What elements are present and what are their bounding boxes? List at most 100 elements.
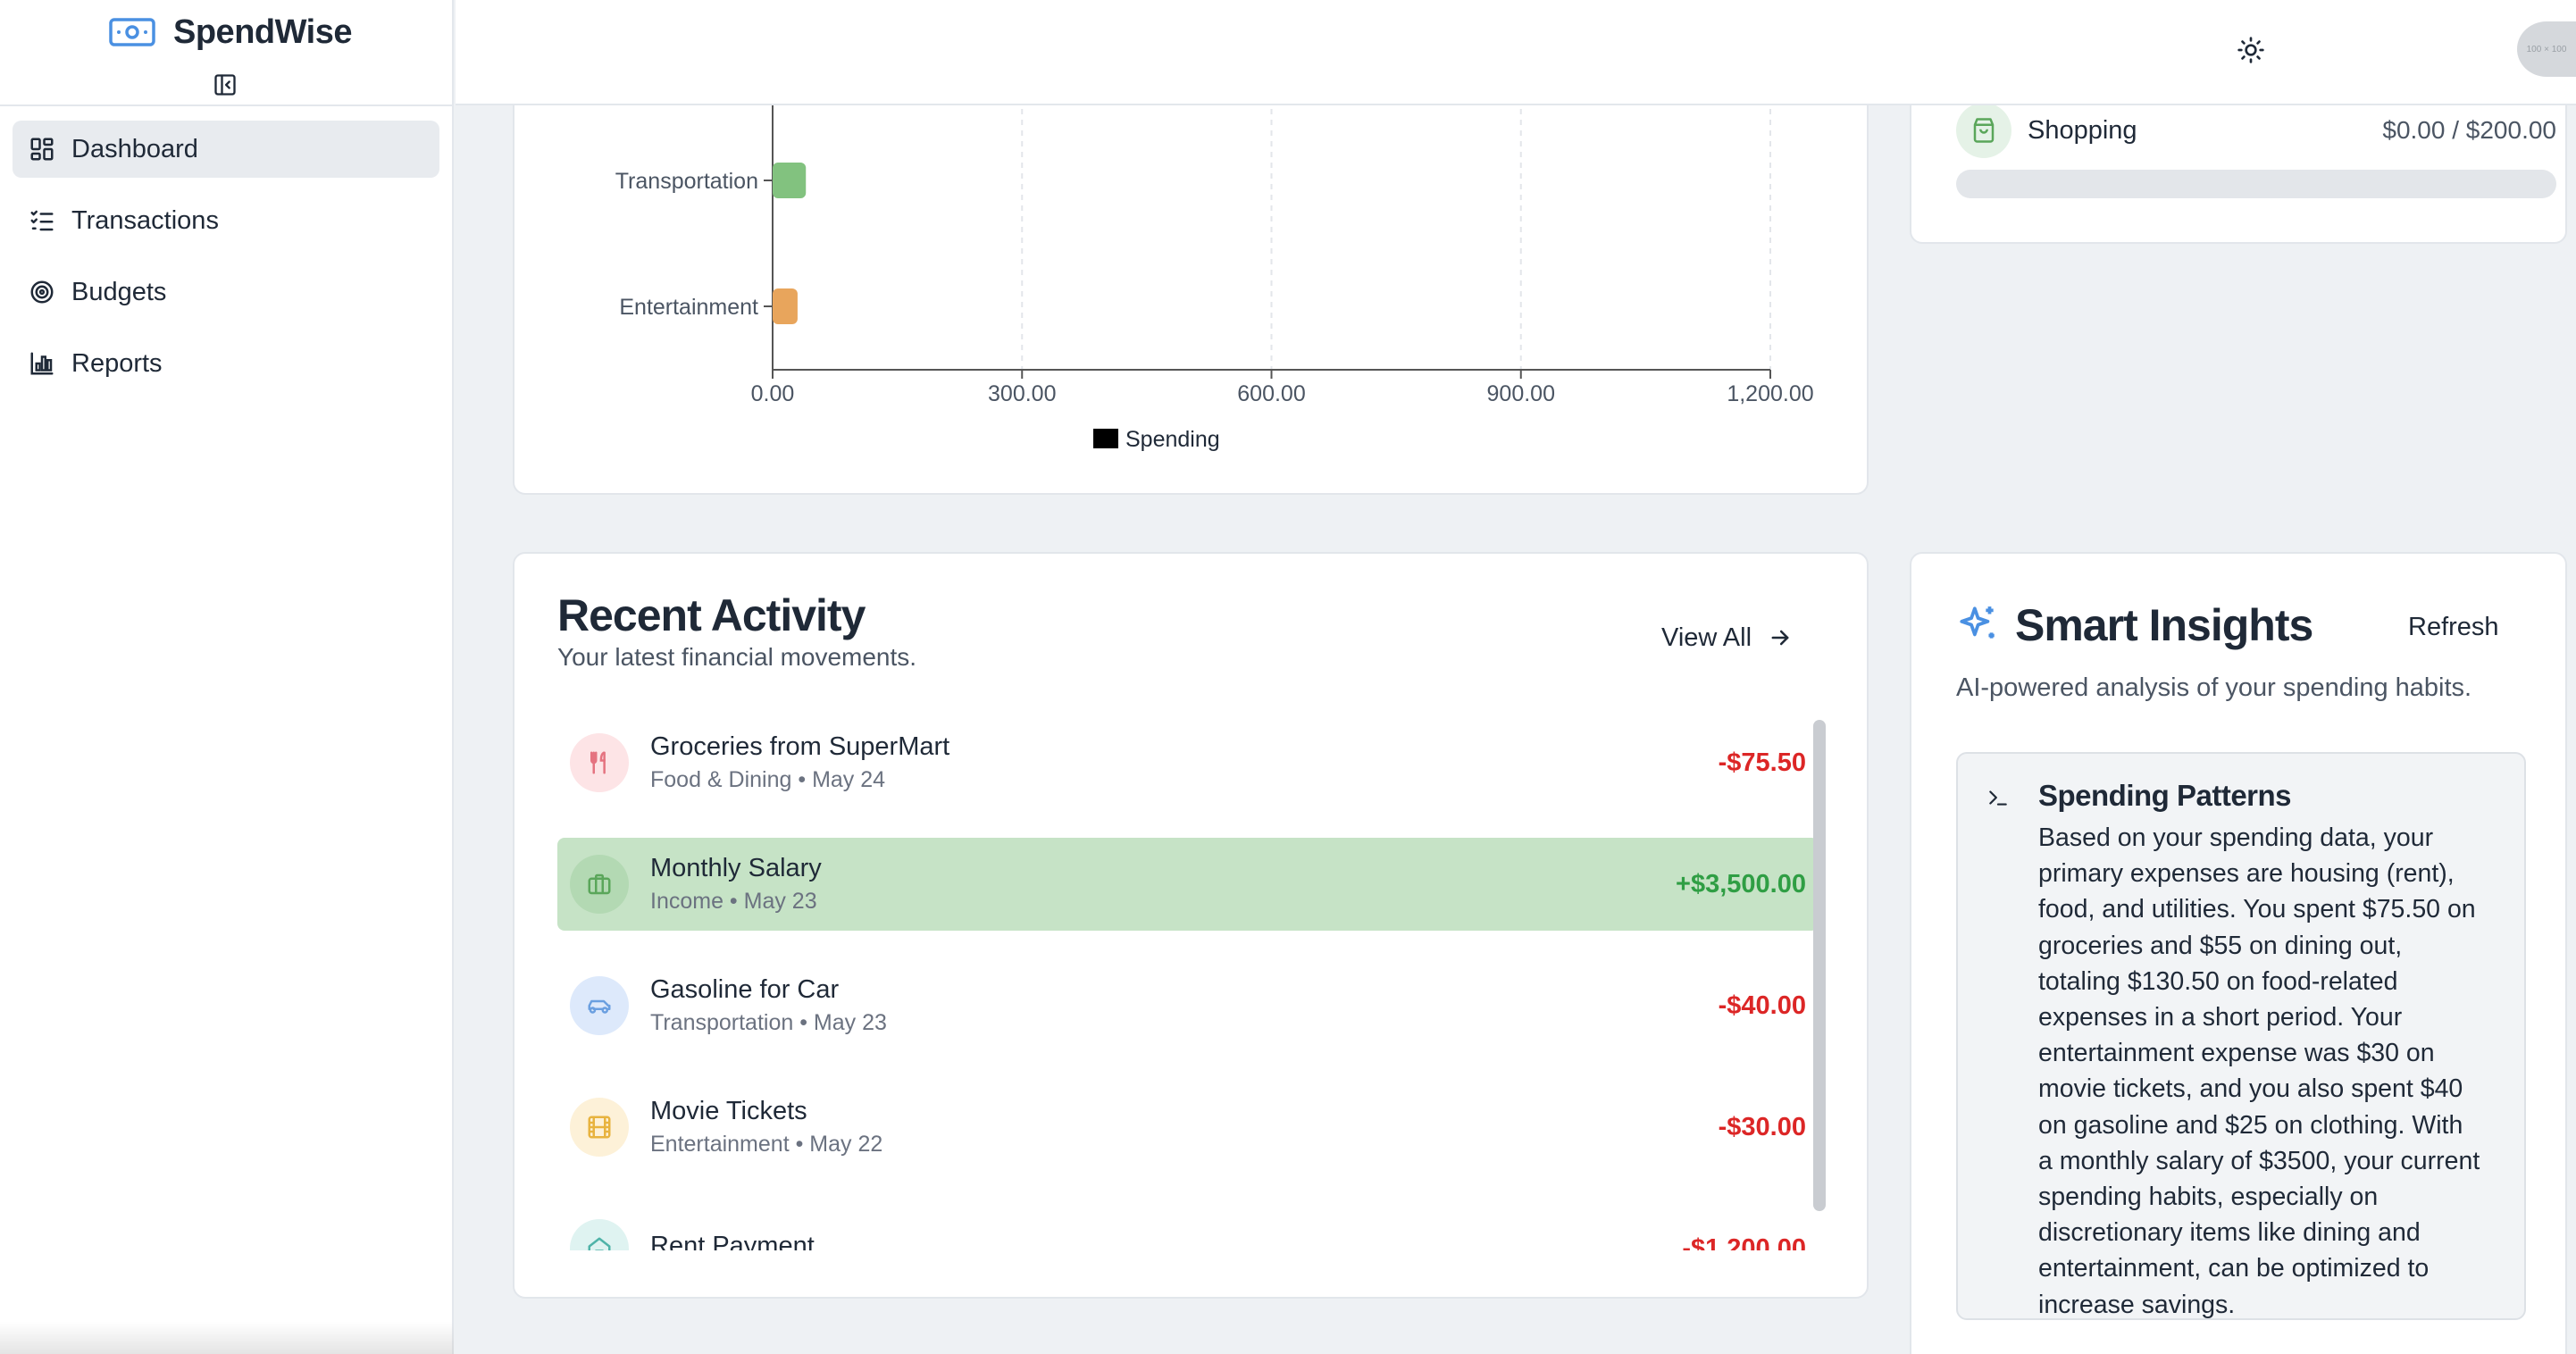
x-tick-label: 0.00 (751, 381, 795, 406)
sun-icon (2237, 37, 2264, 63)
y-tick-label: Entertainment (619, 295, 758, 320)
insight-line: spending habits, especially on (2038, 1183, 2379, 1212)
avatar[interactable]: 100 × 100 (2517, 21, 2576, 77)
transaction-meta: Entertainment • May 22 (650, 1132, 883, 1157)
insight-title: Spending Patterns (2038, 779, 2292, 812)
x-tick-label: 600.00 (1237, 381, 1305, 406)
legend-label: Spending (1125, 427, 1220, 452)
sidebar-bottom-shadow (0, 1322, 454, 1354)
insight-line: groceries and $55 on dining out, (2038, 931, 2403, 960)
insight-line: a monthly salary of $3500, your current (2038, 1146, 2480, 1175)
dashboard-icon (29, 136, 55, 163)
transaction-name: Monthly Salary (650, 854, 822, 882)
transaction-row[interactable]: Groceries from SuperMart Food & Dining •… (557, 716, 1819, 809)
legend-swatch (1093, 429, 1118, 448)
sidebar-item-dashboard[interactable]: Dashboard (13, 121, 439, 178)
top-bar: 100 × 100 (456, 0, 2576, 105)
smart-insights-card: Smart Insights Refresh AI-powered analys… (1910, 552, 2567, 1354)
transaction-row[interactable]: Gasoline for Car Transportation • May 23… (557, 959, 1819, 1052)
view-all-label: View All (1661, 623, 1752, 652)
shopping-bag-icon (1956, 103, 2011, 158)
x-tick-label: 1,200.00 (1727, 381, 1813, 406)
insight-line: food, and utilities. You spent $75.50 on (2038, 895, 2476, 924)
sidebar-item-label: Reports (71, 348, 163, 378)
sparkles-icon (1960, 606, 1995, 639)
insight-line: Based on your spending data, your (2038, 823, 2434, 852)
transaction-meta: Food & Dining • May 24 (650, 767, 886, 792)
transaction-text: Gasoline for Car Transportation • May 23 (650, 975, 1719, 1036)
budget-amount: $0.00 / $200.00 (2382, 116, 2556, 144)
transaction-amount: -$1,200.00 (1682, 1233, 1806, 1251)
theme-toggle-button[interactable] (2233, 32, 2269, 68)
transaction-text: Groceries from SuperMart Food & Dining •… (650, 732, 1719, 793)
spending-bar-chart: 0.00 300.00 600.00 900.00 1,200.00 Transporta… (615, 55, 1814, 452)
app-name: SpendWise (173, 13, 352, 51)
utensils-icon (570, 733, 629, 792)
transaction-list[interactable]: Groceries from SuperMart Food & Dining •… (557, 716, 1819, 1250)
spending-chart-card: 0.00 300.00 600.00 900.00 1,200.00 Transporta… (513, 54, 1869, 495)
panel-left-close-icon (214, 74, 236, 96)
briefcase-icon (570, 855, 629, 914)
sidebar: SpendWise Dashboard Transactions Budgets (0, 0, 454, 1354)
transaction-amount: +$3,500.00 (1676, 869, 1806, 898)
insight-box: Spending Patterns Based on your spending… (1956, 752, 2526, 1320)
recent-activity-card: Recent Activity Your latest financial mo… (513, 552, 1869, 1299)
transaction-text: Monthly Salary Income • May 23 (650, 854, 1676, 915)
budget-row-shopping[interactable]: Shopping $0.00 / $200.00 (1956, 102, 2556, 159)
avatar-placeholder-text: 100 × 100 (2526, 44, 2567, 54)
sidebar-item-label: Budgets (71, 277, 167, 306)
money-logo-icon (109, 18, 155, 46)
home-icon (570, 1219, 629, 1250)
transaction-meta: Income • May 23 (650, 889, 817, 914)
insight-line: expenses in a short period. Your (2038, 1003, 2403, 1032)
section-title: Recent Activity (557, 590, 866, 640)
insight-line: entertainment expense was $30 on (2038, 1039, 2435, 1068)
x-tick-label: 900.00 (1487, 381, 1555, 406)
transaction-row[interactable]: Movie Tickets Entertainment • May 22 -$3… (557, 1081, 1819, 1174)
terminal-icon (1989, 790, 2007, 806)
sidebar-item-budgets[interactable]: Budgets (13, 263, 439, 321)
sidebar-item-label: Transactions (71, 205, 219, 235)
section-title: Smart Insights (2015, 600, 2313, 650)
insight-line: increase savings. (2038, 1290, 2236, 1319)
arrow-right-icon (1771, 630, 1789, 646)
insight-line: on gasoline and $25 on clothing. With (2038, 1110, 2463, 1140)
budget-progress-bar (1956, 170, 2556, 198)
transaction-list-scrollbar[interactable] (1813, 720, 1826, 1211)
insight-line: primary expenses are housing (rent), (2038, 859, 2455, 889)
insight-line: movie tickets, and you also spent $40 (2038, 1074, 2463, 1104)
sidebar-nav: Dashboard Transactions Budgets Reports (13, 121, 439, 406)
transaction-amount: -$40.00 (1718, 990, 1806, 1020)
transaction-name: Movie Tickets (650, 1097, 807, 1125)
view-all-button[interactable]: View All (1661, 620, 1793, 656)
budget-name: Shopping (2028, 115, 2137, 145)
transaction-amount: -$75.50 (1718, 748, 1806, 777)
insight-line: discretionary items like dining and (2038, 1218, 2421, 1248)
insight-line: totaling $130.50 on food-related (2038, 966, 2398, 996)
transaction-amount: -$30.00 (1718, 1112, 1806, 1141)
sidebar-divider (0, 104, 454, 106)
film-icon (570, 1098, 629, 1157)
section-subtitle: AI-powered analysis of your spending hab… (1956, 673, 2472, 702)
brand[interactable]: SpendWise (109, 13, 352, 52)
section-subtitle: Your latest financial movements. (557, 643, 917, 671)
insight-body: Based on your spending data, your primar… (2038, 820, 2512, 1323)
bar-entertainment (773, 288, 798, 324)
y-tick-label: Transportation (615, 169, 758, 194)
bar-chart-icon (29, 350, 55, 377)
transaction-text: Rent Payment (650, 1232, 1682, 1251)
target-icon (29, 279, 55, 305)
list-check-icon (29, 207, 55, 234)
collapse-sidebar-button[interactable] (211, 71, 239, 98)
sidebar-item-reports[interactable]: Reports (13, 335, 439, 392)
transaction-text: Movie Tickets Entertainment • May 22 (650, 1097, 1719, 1158)
sidebar-item-transactions[interactable]: Transactions (13, 192, 439, 249)
refresh-button[interactable]: Refresh (2408, 613, 2499, 642)
car-icon (570, 976, 629, 1035)
transaction-name: Rent Payment (650, 1231, 815, 1251)
transaction-name: Groceries from SuperMart (650, 732, 950, 761)
bar-transportation (773, 163, 807, 198)
transaction-row[interactable]: Monthly Salary Income • May 23 +$3,500.0… (557, 838, 1819, 931)
transaction-meta: Transportation • May 23 (650, 1010, 887, 1035)
transaction-row[interactable]: Rent Payment -$1,200.00 (557, 1202, 1819, 1250)
